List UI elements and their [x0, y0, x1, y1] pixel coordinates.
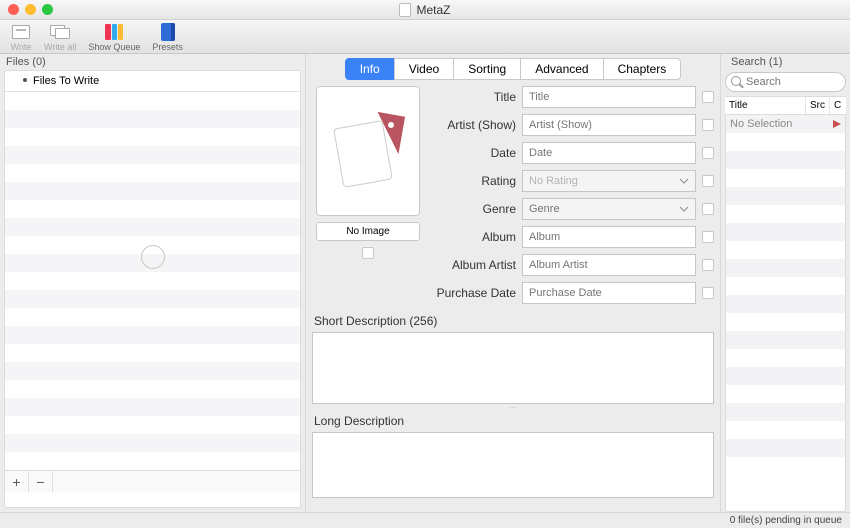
purchase-date-checkbox[interactable] — [702, 287, 714, 299]
album-label: Album — [432, 230, 522, 244]
editor-panel: Info Video Sorting Advanced Chapters No … — [306, 54, 720, 512]
long-desc-label: Long Description — [314, 414, 714, 428]
metaz-logo-icon — [338, 116, 398, 186]
long-description-field[interactable] — [312, 432, 714, 498]
tab-advanced[interactable]: Advanced — [520, 58, 603, 80]
tab-chapters[interactable]: Chapters — [603, 58, 682, 80]
album-artist-checkbox[interactable] — [702, 259, 714, 271]
tab-bar: Info Video Sorting Advanced Chapters — [312, 58, 714, 80]
toolbar-write-label: Write — [11, 42, 32, 52]
short-description-field[interactable] — [312, 332, 714, 404]
write-button[interactable]: Write — [6, 22, 36, 52]
date-checkbox[interactable] — [702, 147, 714, 159]
toolbar-presets-label: Presets — [152, 42, 183, 52]
files-rows — [5, 92, 300, 470]
artist-field[interactable] — [522, 114, 696, 136]
genre-field[interactable] — [522, 198, 696, 220]
files-footer: + − — [5, 470, 300, 492]
purchase-date-field[interactable] — [522, 282, 696, 304]
queue-icon — [105, 24, 123, 40]
files-column-title: Files To Write — [33, 75, 99, 87]
search-header: Search (1) — [725, 54, 846, 70]
tab-info[interactable]: Info — [345, 58, 395, 80]
search-panel: Search (1) Title Src C No Selection — [720, 54, 850, 512]
info-section: No Image Title Artist (Show) Date Rating — [312, 86, 714, 310]
window-title: MetaZ — [0, 3, 850, 17]
toolbar-queue-label: Show Queue — [88, 42, 140, 52]
status-text: 0 file(s) pending in queue — [730, 515, 842, 526]
fields-group: Title Artist (Show) Date Rating No Ratin… — [432, 86, 714, 310]
files-column-header: Files To Write — [5, 71, 300, 92]
search-icon — [731, 76, 741, 86]
files-panel: Files (0) Files To Write + − — [0, 54, 306, 512]
col-title[interactable]: Title — [725, 97, 806, 114]
add-file-button[interactable]: + — [5, 471, 29, 493]
artist-label: Artist (Show) — [432, 120, 522, 131]
purchase-date-label: Purchase Date — [432, 286, 522, 300]
artwork-well[interactable] — [316, 86, 420, 216]
files-list[interactable]: Files To Write + − — [4, 70, 301, 508]
date-field[interactable] — [522, 142, 696, 164]
artist-checkbox[interactable] — [702, 119, 714, 131]
rating-select[interactable]: No Rating — [522, 170, 696, 192]
search-result-row[interactable]: No Selection — [726, 115, 845, 133]
window-title-text: MetaZ — [416, 3, 450, 17]
artwork-panel: No Image — [312, 86, 424, 310]
tab-sorting[interactable]: Sorting — [453, 58, 521, 80]
search-columns: Title Src C — [725, 96, 846, 115]
col-src[interactable]: Src — [806, 97, 830, 114]
loading-spinner-icon — [141, 245, 165, 269]
status-bar: 0 file(s) pending in queue — [0, 512, 850, 528]
main-body: Files (0) Files To Write + − Info Video — [0, 54, 850, 512]
toolbar: Write Write all Show Queue Presets — [0, 20, 850, 54]
search-wrap — [725, 72, 846, 92]
no-selection-text: No Selection — [730, 118, 792, 130]
bullet-icon — [23, 78, 27, 82]
title-checkbox[interactable] — [702, 91, 714, 103]
album-artist-field[interactable] — [522, 254, 696, 276]
album-checkbox[interactable] — [702, 231, 714, 243]
write-all-icon — [50, 25, 70, 39]
resize-handle-icon[interactable]: ⋯ — [312, 404, 714, 410]
artwork-checkbox[interactable] — [362, 247, 374, 259]
list-row — [5, 92, 300, 110]
tab-video[interactable]: Video — [394, 58, 454, 80]
rating-checkbox[interactable] — [702, 175, 714, 187]
title-field[interactable] — [522, 86, 696, 108]
col-c[interactable]: C — [830, 97, 846, 114]
presets-icon — [161, 23, 175, 41]
genre-checkbox[interactable] — [702, 203, 714, 215]
files-header: Files (0) — [0, 54, 305, 70]
presets-button[interactable]: Presets — [148, 22, 187, 52]
app-window: MetaZ Write Write all Show Queue Presets… — [0, 0, 850, 528]
write-all-button[interactable]: Write all — [40, 22, 80, 52]
flag-icon — [833, 120, 841, 128]
remove-file-button[interactable]: − — [29, 471, 53, 493]
short-desc-label: Short Description (256) — [314, 314, 714, 328]
no-image-button[interactable]: No Image — [316, 222, 420, 241]
album-field[interactable] — [522, 226, 696, 248]
toolbar-writeall-label: Write all — [44, 42, 76, 52]
titlebar: MetaZ — [0, 0, 850, 20]
search-results-list[interactable]: No Selection — [725, 115, 846, 512]
show-queue-button[interactable]: Show Queue — [84, 22, 144, 52]
genre-label: Genre — [432, 202, 522, 216]
title-label: Title — [432, 90, 522, 104]
search-input[interactable] — [725, 72, 846, 92]
rating-label: Rating — [432, 174, 522, 188]
write-icon — [12, 25, 30, 39]
document-icon — [399, 3, 411, 17]
album-artist-label: Album Artist — [432, 258, 522, 272]
date-label: Date — [432, 146, 522, 160]
